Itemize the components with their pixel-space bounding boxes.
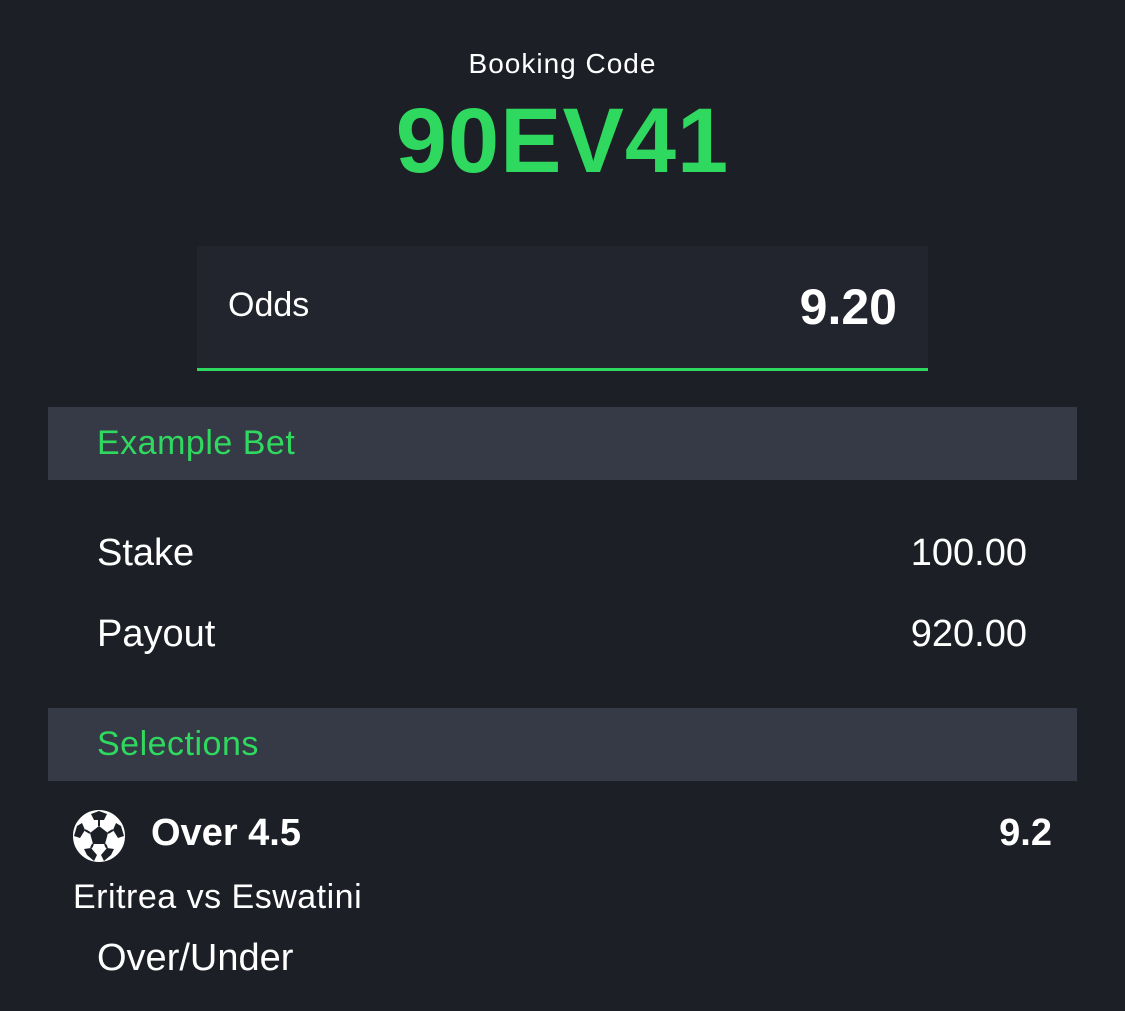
selections-header: Selections [48,708,1077,781]
odds-value: 9.20 [799,279,897,335]
selection-market: Over/Under [97,937,294,979]
odds-panel: Odds 9.20 [197,246,928,371]
selection-pick: Over 4.5 [151,812,301,854]
payout-label: Payout [97,613,216,655]
stake-label: Stake [97,532,195,574]
booking-code-label: Booking Code [468,48,657,79]
selection-match: Eritrea vs Eswatini [73,878,363,916]
payout-value: 920.00 [910,613,1027,655]
example-bet-header: Example Bet [48,407,1077,480]
stake-value: 100.00 [910,532,1027,574]
odds-label: Odds [228,286,310,324]
soccer-ball-icon [71,808,127,864]
selection-odds: 9.2 [999,812,1052,854]
example-bet-title: Example Bet [97,424,296,462]
selections-title: Selections [97,725,259,763]
booking-code-value: 90EV41 [395,90,730,192]
